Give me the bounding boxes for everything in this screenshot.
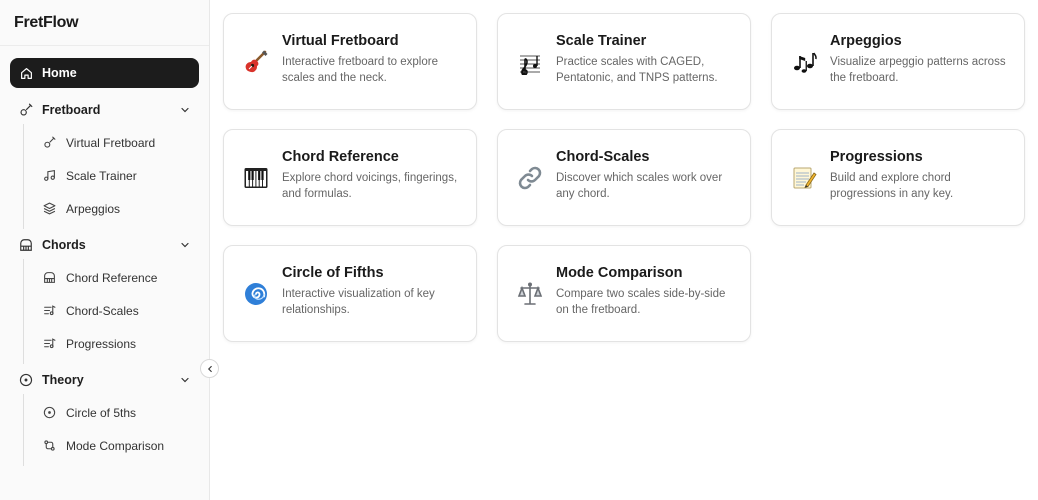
card-chord-scales[interactable]: Chord-Scales Discover which scales work … <box>497 129 751 226</box>
card-description: Compare two scales side-by-side on the f… <box>556 288 726 316</box>
sidebar-item-scale-trainer[interactable]: Scale Trainer <box>24 159 199 192</box>
sidebar-group-label: Theory <box>42 372 84 387</box>
score-emoji-icon <box>516 48 544 76</box>
card-title: Virtual Fretboard <box>282 33 399 49</box>
sidebar-item-home[interactable]: Home <box>10 58 199 88</box>
sidebar-item-arpeggios[interactable]: Arpeggios <box>24 192 199 225</box>
notes-emoji-icon <box>790 48 818 76</box>
card-arpeggios[interactable]: Arpeggios Visualize arpeggio patterns ac… <box>771 13 1025 110</box>
chevron-down-icon[interactable] <box>179 104 191 116</box>
chevron-down-icon[interactable] <box>179 239 191 251</box>
cyclone-emoji-icon <box>242 280 270 308</box>
sidebar-group-label: Fretboard <box>42 102 101 117</box>
card-description: Build and explore chord progressions in … <box>830 172 954 200</box>
home-icon <box>21 67 32 79</box>
sidebar-item-progressions[interactable]: Progressions <box>24 327 199 360</box>
sidebar-group-chords[interactable]: Chords <box>10 230 199 259</box>
card-progressions[interactable]: Progressions Build and explore chord pro… <box>771 129 1025 226</box>
layers-icon <box>43 202 56 215</box>
card-title: Arpeggios <box>830 33 902 49</box>
card-description: Interactive visualization of key relatio… <box>282 288 435 316</box>
card-title: Circle of Fifths <box>282 265 384 281</box>
card-virtual-fretboard[interactable]: Virtual Fretboard Interactive fretboard … <box>223 13 477 110</box>
circle-dot-icon <box>19 373 33 387</box>
sidebar-item-label: Chord-Scales <box>66 303 139 318</box>
sidebar-item-chord-scales[interactable]: Chord-Scales <box>24 294 199 327</box>
sidebar-sublist-theory: Circle of 5ths Mode Comparison <box>23 394 199 466</box>
card-description: Interactive fretboard to explore scales … <box>282 56 438 84</box>
list-music-icon <box>43 337 56 350</box>
sidebar-sublist-chords: Chord Reference Chord-Scales Progression… <box>23 259 199 364</box>
sidebar-item-mode-comparison[interactable]: Mode Comparison <box>24 429 199 462</box>
piano-icon <box>43 271 56 284</box>
chevron-down-icon[interactable] <box>179 374 191 386</box>
card-description: Explore chord voicings, fingerings, and … <box>282 172 458 200</box>
sidebar-item-label: Progressions <box>66 336 137 351</box>
memo-emoji-icon <box>790 164 818 192</box>
guitar-emoji-icon <box>242 48 270 76</box>
card-description: Discover which scales work over any chor… <box>556 172 723 200</box>
sidebar-group-label: Chords <box>42 237 86 252</box>
sidebar-nav: Home Fretboard Virtual Fretboard Scale T… <box>0 46 209 466</box>
guitar-icon <box>19 103 33 117</box>
card-description: Visualize arpeggio patterns across the f… <box>830 56 1006 84</box>
sidebar-item-virtual-fretboard[interactable]: Virtual Fretboard <box>24 126 199 159</box>
sidebar-item-chord-reference[interactable]: Chord Reference <box>24 261 199 294</box>
keyboard-emoji-icon <box>242 164 270 192</box>
sidebar-item-label: Scale Trainer <box>66 168 137 183</box>
card-description: Practice scales with CAGED, Pentatonic, … <box>556 56 718 84</box>
sidebar-sublist-fretboard: Virtual Fretboard Scale Trainer Arpeggio… <box>23 124 199 229</box>
sidebar-item-circle-of-5ths[interactable]: Circle of 5ths <box>24 396 199 429</box>
card-mode-comparison[interactable]: Mode Comparison Compare two scales side-… <box>497 245 751 342</box>
git-compare-icon <box>43 439 56 452</box>
card-scale-trainer[interactable]: Scale Trainer Practice scales with CAGED… <box>497 13 751 110</box>
card-chord-reference[interactable]: Chord Reference Explore chord voicings, … <box>223 129 477 226</box>
card-title: Chord Reference <box>282 149 399 165</box>
sidebar-collapse-button[interactable] <box>200 359 219 378</box>
sidebar-item-label: Circle of 5ths <box>66 405 137 420</box>
card-title: Progressions <box>830 149 923 165</box>
sidebar-group-fretboard[interactable]: Fretboard <box>10 95 199 124</box>
card-title: Mode Comparison <box>556 265 683 281</box>
piano-icon <box>19 238 33 252</box>
app-brand: FretFlow <box>0 0 209 46</box>
card-title: Scale Trainer <box>556 33 647 49</box>
card-circle-of-fifths[interactable]: Circle of Fifths Interactive visualizati… <box>223 245 477 342</box>
music-note-icon <box>43 169 56 182</box>
sidebar-item-label: Home <box>42 66 77 80</box>
sidebar-item-label: Virtual Fretboard <box>66 135 156 150</box>
guitar-icon <box>43 136 56 149</box>
link-emoji-icon <box>516 164 544 192</box>
sidebar-group-theory[interactable]: Theory <box>10 365 199 394</box>
sidebar: FretFlow Home Fretboard Virtual Fretboar… <box>0 0 210 500</box>
sidebar-item-label: Chord Reference <box>66 270 158 285</box>
scales-emoji-icon <box>516 280 544 308</box>
sidebar-item-label: Arpeggios <box>66 201 121 216</box>
card-title: Chord-Scales <box>556 149 650 165</box>
chevron-left-icon <box>207 365 212 372</box>
sidebar-item-label: Mode Comparison <box>66 438 165 453</box>
list-music-icon <box>43 304 56 317</box>
circle-dot-icon <box>43 406 56 419</box>
